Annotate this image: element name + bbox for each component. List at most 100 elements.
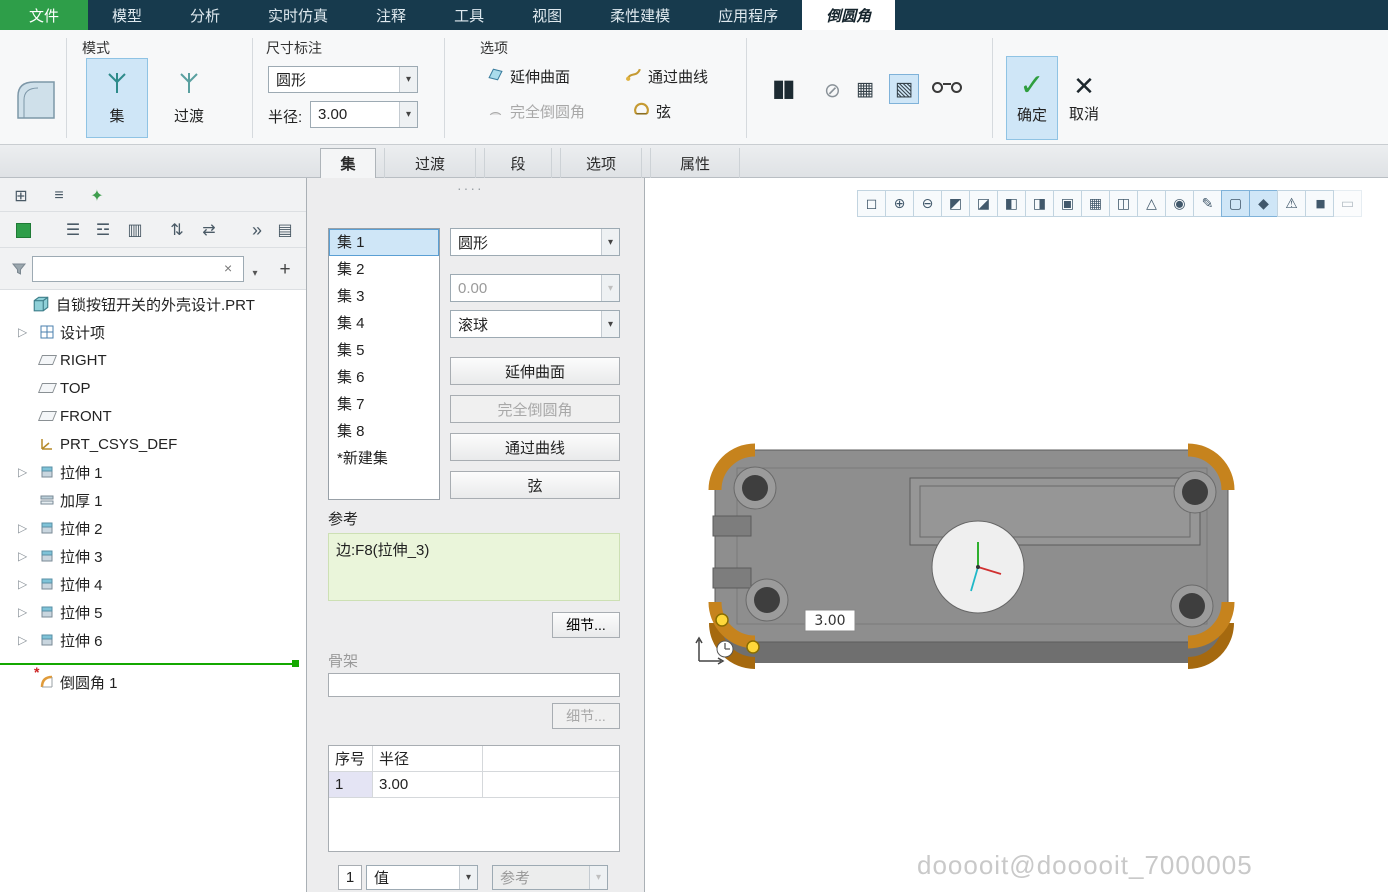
tree-item-round-1[interactable]: * 倒圆角 1 bbox=[0, 668, 306, 696]
menu-live-simulation[interactable]: 实时仿真 bbox=[244, 0, 352, 30]
warning-icon[interactable]: ⚠ bbox=[1277, 190, 1306, 217]
radius-index-field[interactable]: 1 bbox=[338, 865, 362, 890]
spine-details-button[interactable]: 细节... bbox=[552, 703, 620, 729]
graphics-area[interactable]: ◻ ⊕ ⊖ ◩ ◪ ◧ ◨ ▣ ▦ ◫ △ ◉ ✎ ▢ ◆ ⚠ ▮▮ ▭ bbox=[645, 178, 1388, 892]
chevron-down-icon[interactable]: ▾ bbox=[459, 866, 477, 889]
expand-icon[interactable]: ▷ bbox=[18, 549, 27, 563]
radius-row-index[interactable]: 1 bbox=[329, 772, 373, 797]
tree-item-extrude-1[interactable]: ▷ 拉伸 1 bbox=[0, 458, 306, 486]
zoom-in-icon[interactable]: ⊕ bbox=[885, 190, 914, 217]
tree-columns-icon[interactable]: ▥ bbox=[122, 217, 148, 243]
feature-preview-icon[interactable]: ▧ bbox=[889, 74, 919, 104]
capture-icon[interactable]: ▣ bbox=[1053, 190, 1082, 217]
dimension-callout[interactable]: 3.00 bbox=[805, 610, 855, 631]
overflow-icon[interactable]: ▭ bbox=[1333, 190, 1362, 217]
verify-glasses-icon[interactable] bbox=[932, 80, 962, 96]
tree-item-extrude-5[interactable]: ▷ 拉伸 5 bbox=[0, 598, 306, 626]
expand-icon[interactable]: ▷ bbox=[18, 521, 27, 535]
tree-item-extrude-3[interactable]: ▷ 拉伸 3 bbox=[0, 542, 306, 570]
menu-annotate[interactable]: 注释 bbox=[352, 0, 430, 30]
filter-funnel-icon[interactable] bbox=[6, 256, 32, 282]
through-curve-panel-button[interactable]: 通过曲线 bbox=[450, 433, 620, 461]
full-round-panel-button[interactable]: 完全倒圆角 bbox=[450, 395, 620, 423]
extend-surfaces-button[interactable]: 延伸曲面 bbox=[487, 66, 570, 87]
show-filter-icon[interactable] bbox=[10, 217, 36, 243]
favorites-icon[interactable]: ✦ bbox=[84, 183, 110, 209]
chord-button[interactable]: 弦 bbox=[633, 101, 671, 122]
tree-item-extrude-6[interactable]: ▷ 拉伸 6 bbox=[0, 626, 306, 654]
ok-button[interactable]: ✓ 确定 bbox=[1006, 56, 1058, 140]
datum-preview-icon[interactable]: ▦ bbox=[856, 78, 874, 101]
tree-item-extrude-2[interactable]: ▷ 拉伸 2 bbox=[0, 514, 306, 542]
select-filter-icon[interactable]: ▢ bbox=[1221, 190, 1250, 217]
more-commands-icon[interactable]: » bbox=[244, 217, 270, 243]
menu-view[interactable]: 视图 bbox=[508, 0, 586, 30]
spine-collector[interactable] bbox=[328, 673, 620, 697]
chevron-down-icon[interactable]: ▾ bbox=[399, 102, 417, 127]
enhanced-realism-icon[interactable]: ◨ bbox=[1025, 190, 1054, 217]
menu-analysis[interactable]: 分析 bbox=[166, 0, 244, 30]
conic-value-select[interactable]: 0.00 ▾ bbox=[450, 274, 620, 302]
set-list-item-4[interactable]: 集 4 bbox=[329, 310, 439, 337]
filter-add-icon[interactable]: + bbox=[272, 257, 298, 283]
value-type-select[interactable]: 值 ▾ bbox=[366, 865, 478, 890]
repaint-icon[interactable]: ◪ bbox=[969, 190, 998, 217]
set-list-item-2[interactable]: 集 2 bbox=[329, 256, 439, 283]
radius-row-value[interactable]: 3.00 bbox=[373, 772, 483, 797]
expand-icon[interactable]: ▷ bbox=[18, 633, 27, 647]
chevron-down-icon[interactable]: ▾ bbox=[601, 229, 619, 255]
zoom-window-icon[interactable]: ◻ bbox=[857, 190, 886, 217]
chevron-down-icon[interactable]: ▾ bbox=[399, 67, 417, 92]
extend-surfaces-panel-button[interactable]: 延伸曲面 bbox=[450, 357, 620, 385]
expand-icon[interactable]: ▷ bbox=[18, 325, 27, 339]
tree-list-icon[interactable]: ☰ bbox=[60, 217, 86, 243]
annotate-icon[interactable]: ✎ bbox=[1193, 190, 1222, 217]
sets-mode-button[interactable]: 集 bbox=[86, 58, 148, 138]
radius-input[interactable]: 3.00 ▾ bbox=[310, 101, 418, 128]
tab-pieces[interactable]: 段 bbox=[484, 148, 552, 178]
menu-tools[interactable]: 工具 bbox=[430, 0, 508, 30]
references-details-button[interactable]: 细节... bbox=[552, 612, 620, 638]
model-tree-icon[interactable]: ⊞ bbox=[8, 183, 34, 209]
expand-icon[interactable]: ▷ bbox=[18, 577, 27, 591]
references-collector[interactable]: 边:F8(拉伸_3) bbox=[328, 533, 620, 601]
document-icon[interactable]: ▤ bbox=[272, 217, 298, 243]
chord-panel-button[interactable]: 弦 bbox=[450, 471, 620, 499]
tree-item-design-items[interactable]: ▷ 设计项 bbox=[0, 318, 306, 346]
tree-detail-icon[interactable]: ☲ bbox=[90, 217, 116, 243]
tree-item-thicken-1[interactable]: 加厚 1 bbox=[0, 486, 306, 514]
set-list-item-8[interactable]: 集 8 bbox=[329, 418, 439, 445]
chevron-down-icon[interactable]: ▾ bbox=[601, 311, 619, 337]
tab-options[interactable]: 选项 bbox=[560, 148, 642, 178]
expand-icon[interactable]: ▷ bbox=[18, 605, 27, 619]
pause-icon[interactable]: ▮▮ bbox=[1305, 190, 1334, 217]
model-viewport[interactable]: 3.00 bbox=[685, 428, 1285, 728]
layer-tree-icon[interactable]: ≡ bbox=[46, 183, 72, 209]
menu-flexible-modeling[interactable]: 柔性建模 bbox=[586, 0, 694, 30]
tree-item-right-plane[interactable]: RIGHT bbox=[0, 346, 306, 374]
tree-item-extrude-4[interactable]: ▷ 拉伸 4 bbox=[0, 570, 306, 598]
tab-sets[interactable]: 集 bbox=[320, 148, 376, 178]
radius-drag-handle[interactable] bbox=[716, 614, 728, 626]
expand-icon[interactable]: ▷ bbox=[18, 465, 27, 479]
full-round-button[interactable]: 完全倒圆角 bbox=[487, 101, 585, 122]
display-style-icon[interactable]: ◫ bbox=[1109, 190, 1138, 217]
tree-item-top-plane[interactable]: TOP bbox=[0, 374, 306, 402]
tree-filter-input[interactable] bbox=[32, 256, 244, 282]
round-shape-select[interactable]: 圆形 ▾ bbox=[268, 66, 418, 93]
set-list-item-new[interactable]: *新建集 bbox=[329, 445, 439, 472]
through-curve-button[interactable]: 通过曲线 bbox=[625, 66, 708, 87]
zoom-out-icon[interactable]: ⊖ bbox=[913, 190, 942, 217]
set-list-item-3[interactable]: 集 3 bbox=[329, 283, 439, 310]
menu-model[interactable]: 模型 bbox=[88, 0, 166, 30]
ball-type-select[interactable]: 滚球 ▾ bbox=[450, 310, 620, 338]
section-icon[interactable]: △ bbox=[1137, 190, 1166, 217]
radius-drag-handle[interactable] bbox=[747, 641, 759, 653]
set-list-item-7[interactable]: 集 7 bbox=[329, 391, 439, 418]
tab-transitions[interactable]: 过渡 bbox=[384, 148, 476, 178]
cancel-button[interactable]: ✕ 取消 bbox=[1060, 56, 1108, 140]
filter-clear-icon[interactable]: × bbox=[224, 260, 232, 276]
shade-icon[interactable]: ◧ bbox=[997, 190, 1026, 217]
filter-dropdown-icon[interactable]: ▾ bbox=[248, 260, 262, 286]
set-list-item-1[interactable]: 集 1 bbox=[329, 229, 439, 256]
